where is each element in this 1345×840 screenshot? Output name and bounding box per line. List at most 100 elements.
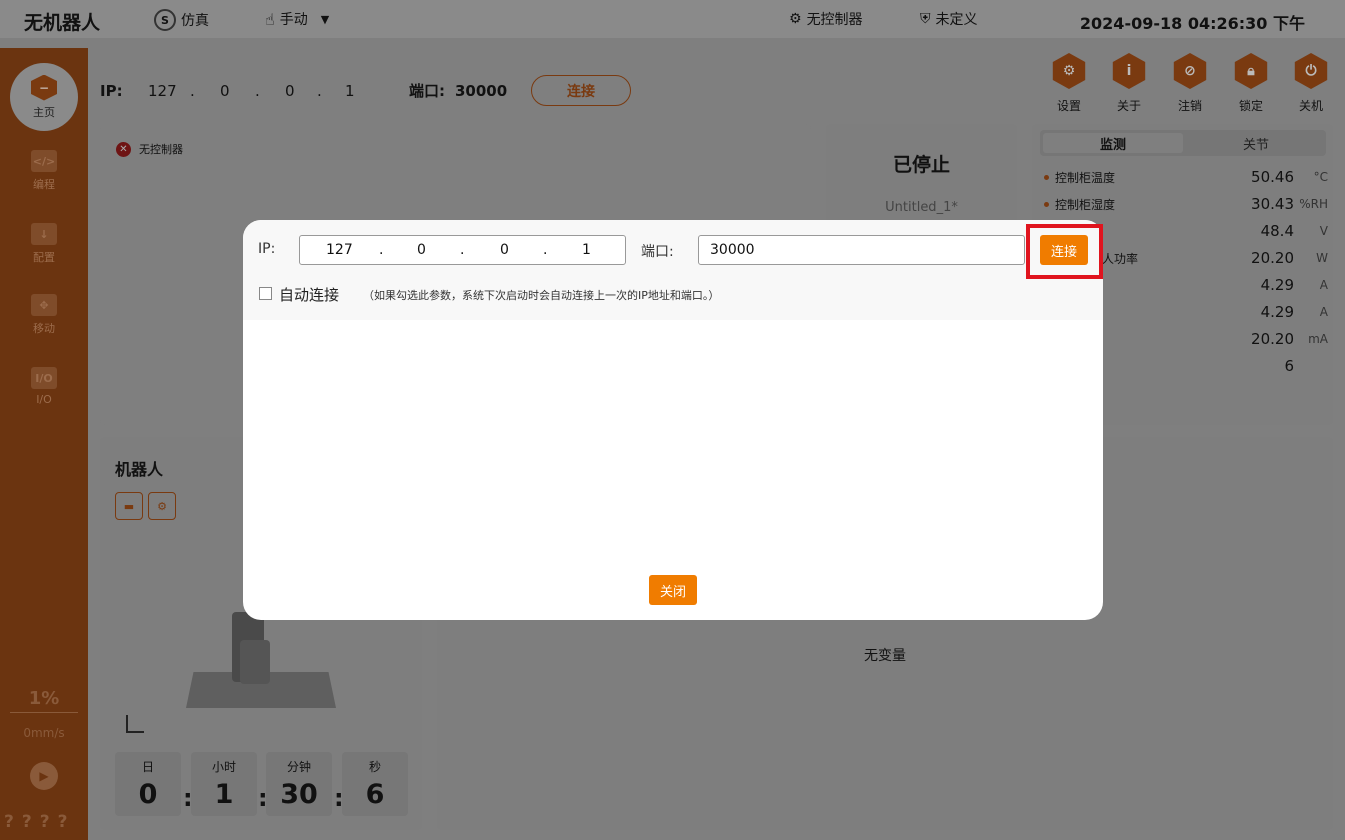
bullet-icon	[1044, 174, 1049, 180]
safety-status: ⛨ 未定义	[920, 9, 978, 29]
monitor-row-value: 30.43	[1251, 195, 1294, 213]
info-icon: i	[1112, 53, 1146, 89]
settings-label: 设置	[1056, 99, 1081, 113]
program-name: Untitled_1*	[885, 200, 958, 215]
ip-octet-4[interactable]: 1	[582, 242, 591, 258]
tab-joints[interactable]: 关节	[1186, 130, 1326, 156]
home-icon: −	[31, 74, 57, 101]
download-icon: ↓	[31, 223, 57, 245]
runtime-days: 日 0	[115, 752, 181, 816]
runtime-value: 30	[280, 779, 318, 810]
about-label: 关于	[1116, 99, 1141, 113]
auto-connect-label: 自动连接	[279, 286, 340, 304]
hand-icon: ☝	[265, 9, 275, 29]
speed-percent[interactable]: 1%	[0, 688, 88, 709]
lock-button[interactable]: 🔒︎ 锁定	[1226, 53, 1276, 114]
robot-arm-icon: ⚙	[789, 11, 802, 27]
dialog-connect-button[interactable]: 连接	[1040, 235, 1088, 265]
io-icon: I/O	[31, 367, 57, 389]
shutdown-button[interactable]: ⏻ 关机	[1286, 53, 1336, 114]
speed-value: 0mm/s	[23, 726, 65, 740]
monitor-row-unit: V	[1319, 224, 1328, 238]
ip-octet-3: 0	[285, 81, 295, 100]
monitor-row-value: 48.4	[1260, 222, 1294, 240]
mode-dropdown[interactable]: ☝ 手动 ▼	[265, 9, 329, 29]
top-bar: 无机器人 S 仿真 ☝ 手动 ▼ ⚙ 无控制器 ⛨ 未定义 2024-09-18…	[0, 0, 1345, 38]
monitor-row-unit: mA	[1308, 332, 1328, 346]
ip-dot: .	[317, 81, 322, 100]
safety-label: 未定义	[935, 12, 978, 28]
sidebar-item-config[interactable]: ↓ 配置	[0, 223, 88, 265]
base-view-button[interactable]: ▬	[115, 492, 143, 520]
dialog-close-button[interactable]: 关闭	[649, 575, 697, 605]
monitor-row-value: 4.29	[1260, 276, 1294, 294]
monitor-row-value: 6	[1284, 357, 1294, 375]
runtime-value: 1	[214, 779, 234, 810]
unknown-indicators: ????	[4, 812, 76, 832]
settings-button[interactable]: ⚙ 设置	[1044, 53, 1094, 114]
runtime-label: 分钟	[286, 760, 311, 774]
simulation-label: 仿真	[181, 13, 209, 29]
shutdown-label: 关机	[1298, 99, 1323, 113]
tab-monitor[interactable]: 监测	[1043, 133, 1183, 153]
robot-panel-title: 机器人	[115, 460, 164, 479]
monitor-row: 控制柜温度 50.46 °C	[1044, 168, 1328, 186]
monitor-row-value: 50.46	[1251, 168, 1294, 186]
play-button[interactable]: ▶	[30, 762, 58, 790]
controller-label: 无控制器	[806, 12, 863, 28]
simulation-toggle[interactable]: S 仿真	[154, 9, 209, 31]
ip-octet-1[interactable]: 127	[326, 242, 353, 258]
ip-octet-2[interactable]: 0	[417, 242, 426, 258]
monitor-row-unit: °C	[1313, 170, 1328, 184]
sidebar-item-label: I/O	[36, 393, 52, 406]
sidebar-item-programming[interactable]: </> 编程	[0, 150, 88, 192]
sidebar-item-home[interactable]: − 主页	[10, 63, 78, 131]
app-title: 无机器人	[24, 12, 101, 34]
dialog-ip-input[interactable]: 127 . 0 . 0 . 1	[299, 235, 626, 265]
lock-label: 锁定	[1238, 99, 1263, 113]
robot-model-joint	[240, 640, 270, 684]
sidebar-item-io[interactable]: I/O I/O	[0, 367, 88, 406]
monitor-row-unit: W	[1316, 251, 1328, 265]
ip-octet-2: 0	[220, 81, 230, 100]
ip-dot: .	[460, 242, 465, 258]
axes-icon	[126, 715, 144, 733]
sidebar-item-move[interactable]: ✥ 移动	[0, 294, 88, 336]
sidebar-item-label: 主页	[33, 105, 55, 119]
monitor-tabs: 监测 关节	[1040, 130, 1326, 156]
ip-octet-4: 1	[345, 81, 355, 100]
ip-octet-3[interactable]: 0	[500, 242, 509, 258]
power-icon: ⏻	[1294, 53, 1328, 89]
bullet-icon	[1044, 201, 1049, 207]
play-icon: ▶	[39, 769, 49, 783]
connect-button[interactable]: 连接	[531, 75, 631, 106]
mode-label: 手动	[279, 12, 308, 28]
dialog-port-input[interactable]	[698, 235, 1025, 265]
ip-dot: .	[190, 81, 195, 100]
logout-button[interactable]: ⊘ 注销	[1165, 53, 1215, 114]
ip-label: IP:	[100, 81, 123, 100]
lock-icon: 🔒︎	[1234, 53, 1268, 89]
runtime-label: 日	[141, 760, 154, 774]
no-variables-text: 无变量	[864, 648, 906, 664]
ip-dot: .	[379, 242, 384, 258]
runtime-label: 小时	[211, 760, 236, 774]
runtime-minutes: 分钟 30	[266, 752, 332, 816]
dialog-port-label: 端口:	[641, 244, 674, 260]
monitor-row-unit: A	[1319, 305, 1328, 319]
monitor-row-value: 20.20	[1251, 249, 1294, 267]
about-button[interactable]: i 关于	[1104, 53, 1154, 114]
ip-dot: .	[255, 81, 260, 100]
auto-connect-checkbox[interactable]	[259, 287, 272, 300]
monitor-row-name: 控制柜湿度	[1055, 197, 1116, 212]
monitor-row-unit: %RH	[1299, 197, 1328, 211]
simulation-icon: S	[154, 9, 176, 31]
sidebar: − 主页 </> 编程 ↓ 配置 ✥ 移动 I/O I/O 1% 0mm/s ▶…	[0, 48, 88, 840]
controller-status: ⚙ 无控制器	[789, 9, 863, 29]
auto-connect-hint: （如果勾选此参数，系统下次启动时会自动连接上一次的IP地址和端口。）	[363, 289, 720, 302]
robot-arm-icon: ⚙	[157, 499, 167, 513]
monitor-row-unit: A	[1319, 278, 1328, 292]
runtime-hours: 小时 1	[191, 752, 257, 816]
port-value: 30000	[455, 81, 508, 100]
robot-view-button[interactable]: ⚙	[148, 492, 176, 520]
